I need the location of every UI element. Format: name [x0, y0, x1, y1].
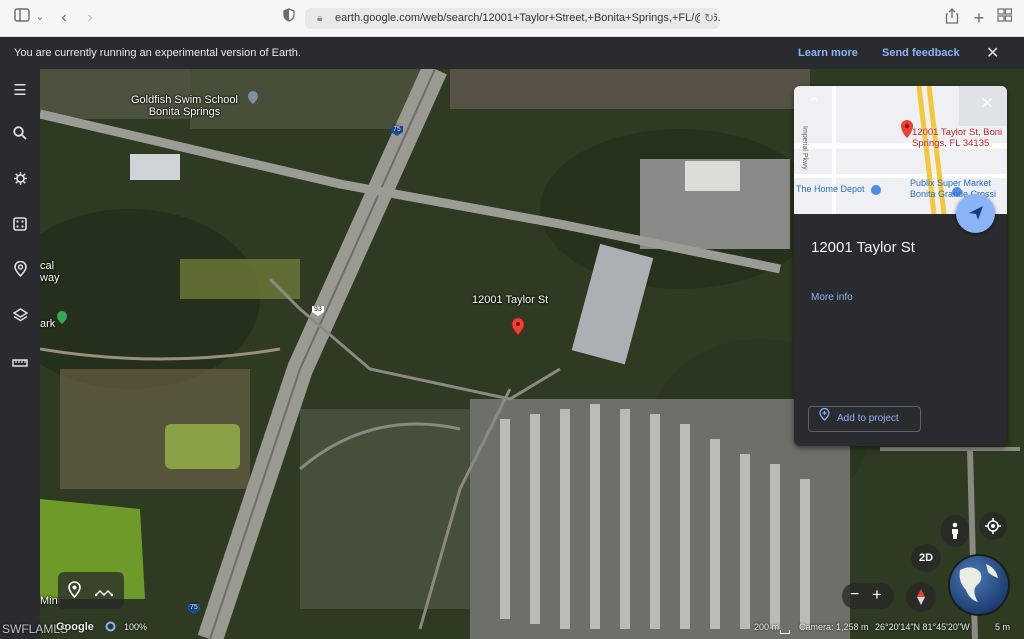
zoom-out-icon[interactable]: −	[850, 586, 859, 604]
place-title: 12001 Taylor St	[811, 239, 915, 256]
ruler-icon[interactable]	[8, 352, 32, 376]
route-75-label: 75	[393, 126, 401, 133]
route-93-label: 93	[314, 306, 322, 313]
my-location-icon	[985, 518, 1001, 534]
sidebar-toggle-icon[interactable]	[12, 8, 32, 28]
new-tab-icon[interactable]: +	[971, 8, 987, 28]
close-icon[interactable]: ✕	[986, 43, 999, 63]
voyager-icon[interactable]	[8, 170, 32, 194]
send-icon	[968, 206, 983, 220]
mini-map-home-depot: The Home Depot	[796, 184, 865, 194]
experimental-banner: You are currently running an experimenta…	[0, 37, 1024, 69]
loading-indicator-icon	[105, 621, 116, 634]
collapse-icon[interactable]: ⌃	[808, 94, 821, 112]
location-label[interactable]: 12001 Taylor St	[472, 294, 548, 306]
map-tool-group	[58, 572, 124, 609]
poi-label-way: way	[40, 272, 60, 284]
place-pin-icon[interactable]	[68, 581, 81, 603]
back-icon[interactable]: ‹	[56, 8, 72, 28]
chevron-down-icon[interactable]: ⌄	[34, 8, 46, 28]
left-toolbar: ☰	[0, 69, 40, 639]
menu-icon[interactable]: ☰	[8, 79, 32, 103]
coordinates: 26°20'14"N 81°45'20"W	[875, 622, 970, 632]
mini-map-address: 12001 Taylor St, Boni Springs, FL 34135	[912, 127, 1003, 149]
reload-icon[interactable]: ↻	[699, 8, 714, 29]
share-send-button[interactable]	[956, 194, 995, 233]
camera-altitude: Camera: 1,258 m	[799, 622, 869, 632]
url-field[interactable]: 🔒︎ earth.google.com/web/search/12001+Tay…	[305, 8, 720, 29]
poi-label-cal: cal	[40, 260, 55, 272]
add-to-project-button[interactable]: Add to project	[808, 406, 921, 432]
elevation: 5 m	[995, 622, 1011, 632]
zoom-in-icon[interactable]: +	[872, 585, 882, 605]
pegman-icon	[952, 522, 958, 539]
feeling-lucky-icon[interactable]	[8, 215, 32, 239]
tab-overview-icon[interactable]	[996, 8, 1012, 28]
search-icon[interactable]	[8, 124, 32, 148]
pegman-button[interactable]	[941, 515, 969, 547]
place-info-card: 12001 Taylor St, Boni Springs, FL 34135 …	[794, 86, 1007, 446]
close-card-icon[interactable]: ✕	[981, 94, 994, 112]
banner-message: You are currently running an experimenta…	[14, 47, 301, 59]
scale-label: 200 m	[754, 622, 780, 632]
poi-label-ark: ark	[40, 318, 56, 330]
globe-button[interactable]	[950, 556, 1008, 614]
layers-icon[interactable]	[8, 306, 32, 330]
watermark: SWFLAMLS	[2, 622, 69, 636]
load-percent: 100%	[124, 622, 148, 632]
url-text: earth.google.com/web/search/12001+Taylor…	[335, 12, 720, 24]
compass-button[interactable]	[906, 582, 936, 612]
lock-icon: 🔒︎	[317, 13, 323, 24]
globe-icon	[959, 564, 998, 602]
my-location-button[interactable]	[979, 512, 1007, 540]
add-pin-icon	[819, 407, 830, 431]
projects-pin-icon[interactable]	[8, 260, 32, 285]
more-info-link[interactable]: More info	[811, 292, 853, 303]
shield-icon[interactable]	[282, 8, 296, 28]
toggle-2d-button[interactable]: 2D	[911, 544, 941, 572]
scale-bar	[780, 630, 790, 634]
send-feedback-link[interactable]: Send feedback	[882, 47, 960, 59]
learn-more-link[interactable]: Learn more	[798, 47, 858, 59]
compass-icon	[917, 589, 925, 605]
browser-toolbar: ⌄ ‹ › 🔒︎ earth.google.com/web/search/120…	[0, 0, 1024, 37]
forward-icon[interactable]: ›	[82, 8, 98, 28]
poi-goldfish-swim-school[interactable]: Goldfish Swim School Bonita Springs	[131, 94, 238, 118]
route-75-bottom-label: 75	[190, 604, 198, 611]
mini-map-road-label: Imperial Pkwy	[801, 126, 808, 170]
draw-path-icon[interactable]	[94, 585, 114, 603]
add-to-project-label: Add to project	[837, 413, 899, 424]
zoom-controls: − +	[842, 583, 894, 609]
share-icon[interactable]	[944, 8, 960, 28]
